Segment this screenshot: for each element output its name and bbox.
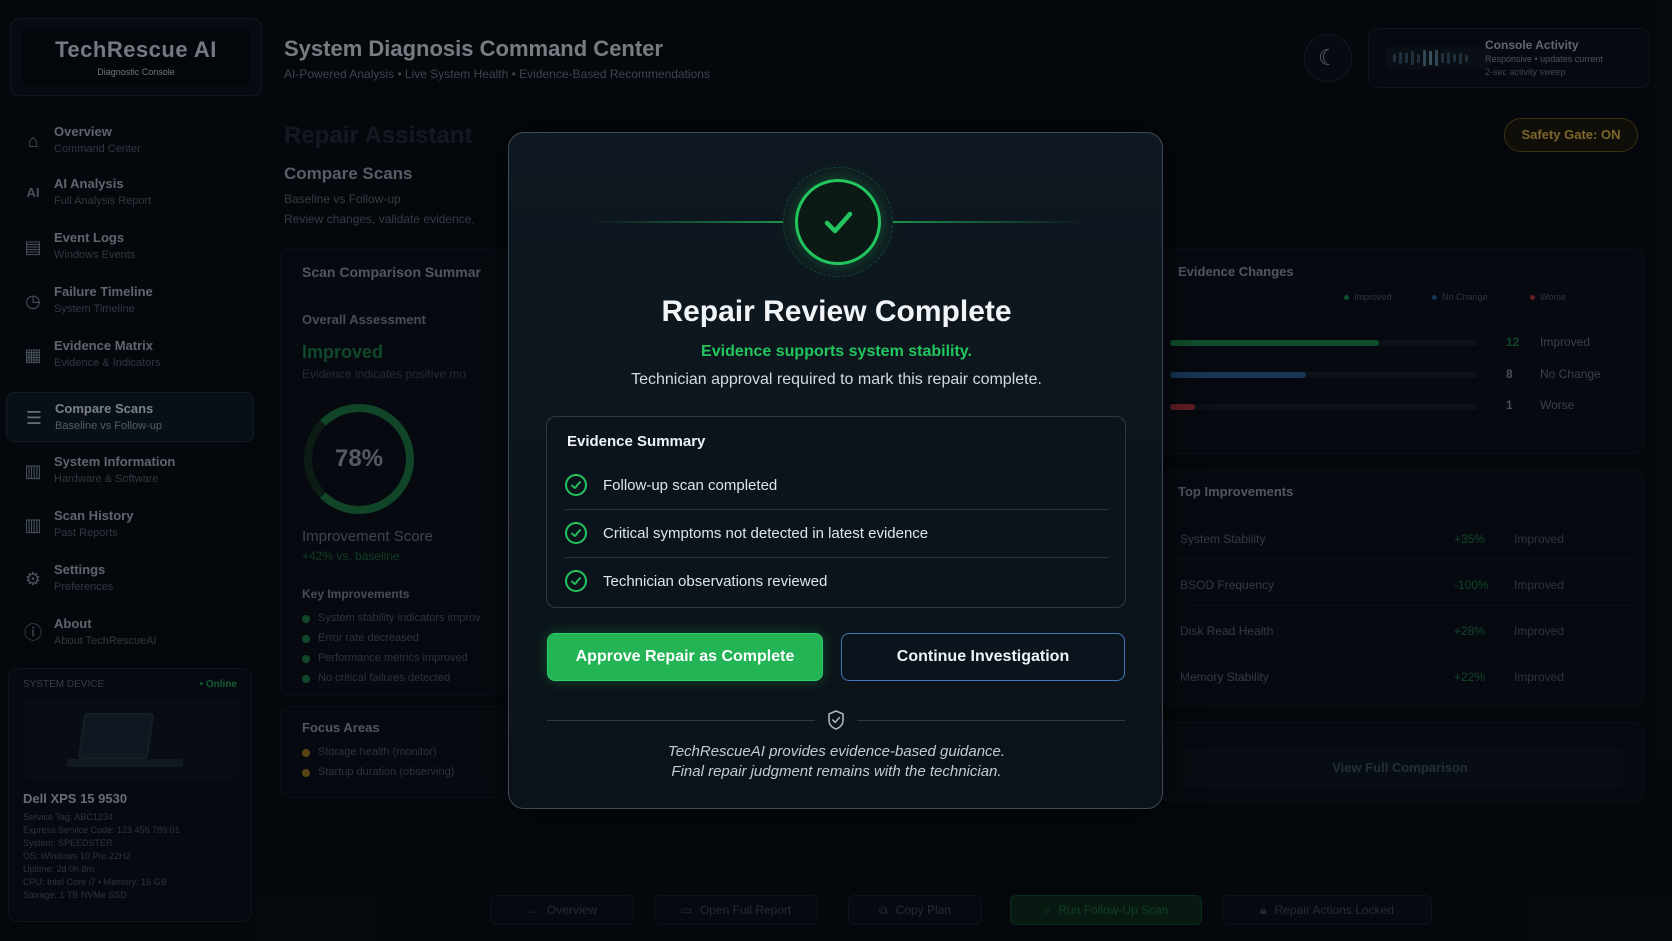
check-circle-icon (565, 522, 587, 544)
hero-line-left (593, 221, 783, 223)
evidence-item: Critical symptoms not detected in latest… (565, 509, 1109, 558)
modal-approval-note: Technician approval required to mark thi… (631, 371, 1042, 388)
success-check-icon (795, 179, 881, 265)
modal-title: Repair Review Complete (661, 295, 1012, 328)
approve-repair-button[interactable]: Approve Repair as Complete (547, 633, 823, 681)
evidence-item: Technician observations reviewed (565, 557, 1109, 606)
modal-subtitle: Evidence supports system stability. (701, 343, 972, 360)
footer-divider-right (857, 720, 1125, 721)
evidence-summary-box: Evidence Summary Follow-up scan complete… (546, 416, 1126, 608)
modal-footer-line-2: Final repair judgment remains with the t… (671, 763, 1002, 780)
evidence-item: Follow-up scan completed (565, 461, 1109, 510)
footer-divider-left (547, 720, 815, 721)
evidence-item-text: Critical symptoms not detected in latest… (603, 525, 929, 542)
evidence-summary-title: Evidence Summary (567, 433, 706, 450)
continue-investigation-button[interactable]: Continue Investigation (841, 633, 1125, 681)
repair-review-modal: Repair Review Complete Evidence supports… (508, 132, 1163, 809)
check-circle-icon (565, 570, 587, 592)
modal-footer-line-1: TechRescueAI provides evidence-based gui… (667, 743, 1006, 760)
hero-line-right (893, 221, 1083, 223)
shield-check-icon (828, 710, 844, 730)
evidence-item-text: Technician observations reviewed (603, 573, 828, 590)
check-circle-icon (565, 474, 587, 496)
evidence-item-text: Follow-up scan completed (603, 477, 778, 494)
